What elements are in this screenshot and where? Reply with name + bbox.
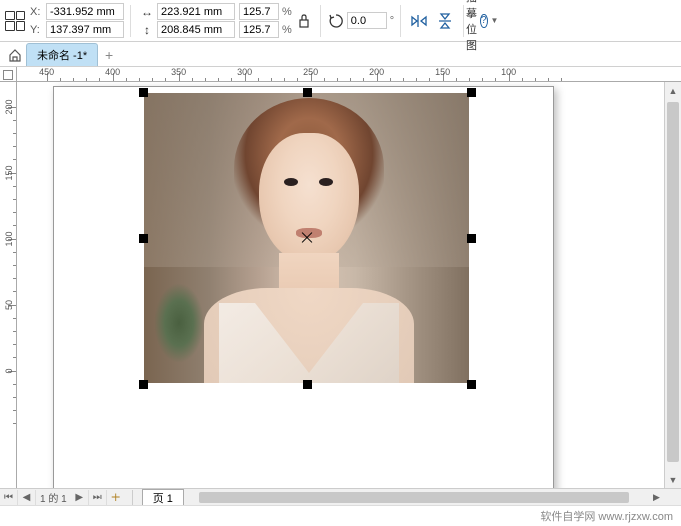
property-toolbar: X: Y: ↔ ↕ % % ° xyxy=(0,0,681,42)
selection-handle-tr[interactable] xyxy=(467,88,476,97)
page-indicator: 1 的 1 xyxy=(36,490,71,505)
y-label: Y: xyxy=(30,24,44,36)
scale-group: % % xyxy=(239,3,292,38)
position-group: X: Y: xyxy=(30,3,124,38)
scroll-right-arrow[interactable]: ▶ xyxy=(649,490,664,505)
selection-handle-tm[interactable] xyxy=(303,88,312,97)
percent-label: % xyxy=(282,24,292,36)
height-input[interactable] xyxy=(157,21,235,38)
scale-x-input[interactable] xyxy=(239,3,279,20)
degree-label: ° xyxy=(390,15,394,27)
width-input[interactable] xyxy=(157,3,235,20)
divider xyxy=(463,5,464,37)
page-navigation-bar: ⏮ ◀ 1 的 1 ▶ ⏭ 🞣 页 1 ▶ xyxy=(0,488,681,505)
status-bar: 软件自学网 www.rjzxw.com xyxy=(0,505,681,526)
scroll-thumb-v[interactable] xyxy=(667,102,679,462)
home-tab[interactable] xyxy=(4,44,26,66)
add-page-button[interactable]: 🞣 xyxy=(107,490,125,505)
selected-bitmap[interactable] xyxy=(144,93,469,383)
chevron-down-icon: ▼ xyxy=(491,16,499,25)
x-label: X: xyxy=(30,6,44,18)
prev-page-button[interactable]: ◀ xyxy=(18,490,36,505)
size-group: ↔ ↕ xyxy=(139,3,235,38)
last-page-button[interactable]: ⏭ xyxy=(89,490,107,505)
divider xyxy=(132,490,133,505)
scroll-up-arrow[interactable]: ▲ xyxy=(665,82,681,99)
horizontal-ruler[interactable]: 450400350300250200150100 xyxy=(17,67,681,82)
watermark-credit: 软件自学网 www.rjzxw.com xyxy=(540,508,673,524)
divider xyxy=(400,5,401,37)
selection-handle-tl[interactable] xyxy=(139,88,148,97)
document-tab-bar: 未命名 -1* + xyxy=(0,42,681,67)
height-icon: ↕ xyxy=(139,23,155,37)
horizontal-scrollbar[interactable]: ▶ xyxy=(189,490,664,505)
lock-ratio-icon[interactable] xyxy=(296,13,312,29)
width-icon: ↔ xyxy=(139,5,155,19)
ruler-origin[interactable] xyxy=(0,67,17,82)
selection-handle-bm[interactable] xyxy=(303,380,312,389)
x-input[interactable] xyxy=(46,3,124,20)
vertical-scrollbar[interactable]: ▲ ▼ xyxy=(664,82,681,488)
vertical-ruler[interactable]: 200150100500 xyxy=(0,82,17,488)
page-tab-label: 页 1 xyxy=(153,490,173,506)
mirror-vertical-button[interactable] xyxy=(433,9,457,33)
position-origin-icon[interactable] xyxy=(4,10,26,32)
y-input[interactable] xyxy=(46,21,124,38)
next-page-button[interactable]: ▶ xyxy=(71,490,89,505)
document-name: 未命名 -1* xyxy=(37,47,87,63)
add-document-tab[interactable]: + xyxy=(98,44,120,66)
scale-y-input[interactable] xyxy=(239,21,279,38)
selection-handle-mr[interactable] xyxy=(467,234,476,243)
scroll-thumb-h[interactable] xyxy=(199,492,629,503)
page-tab[interactable]: 页 1 xyxy=(142,489,184,505)
mirror-horizontal-button[interactable] xyxy=(407,9,431,33)
trace-bitmap-label: 描摹位图 xyxy=(466,0,477,53)
selection-handle-br[interactable] xyxy=(467,380,476,389)
canvas-area[interactable] xyxy=(17,82,664,488)
divider xyxy=(130,5,131,37)
divider xyxy=(320,5,321,37)
first-page-button[interactable]: ⏮ xyxy=(0,490,18,505)
document-tab[interactable]: 未命名 -1* xyxy=(26,43,98,66)
trace-bitmap-button[interactable]: 描摹位图 ? ▼ xyxy=(470,9,494,33)
question-icon: ? xyxy=(480,14,488,28)
selection-handle-ml[interactable] xyxy=(139,234,148,243)
rotation-icon xyxy=(327,12,345,30)
selection-handle-bl[interactable] xyxy=(139,380,148,389)
percent-label: % xyxy=(282,6,292,18)
rotation-input[interactable] xyxy=(347,12,387,29)
scroll-down-arrow[interactable]: ▼ xyxy=(665,471,681,488)
